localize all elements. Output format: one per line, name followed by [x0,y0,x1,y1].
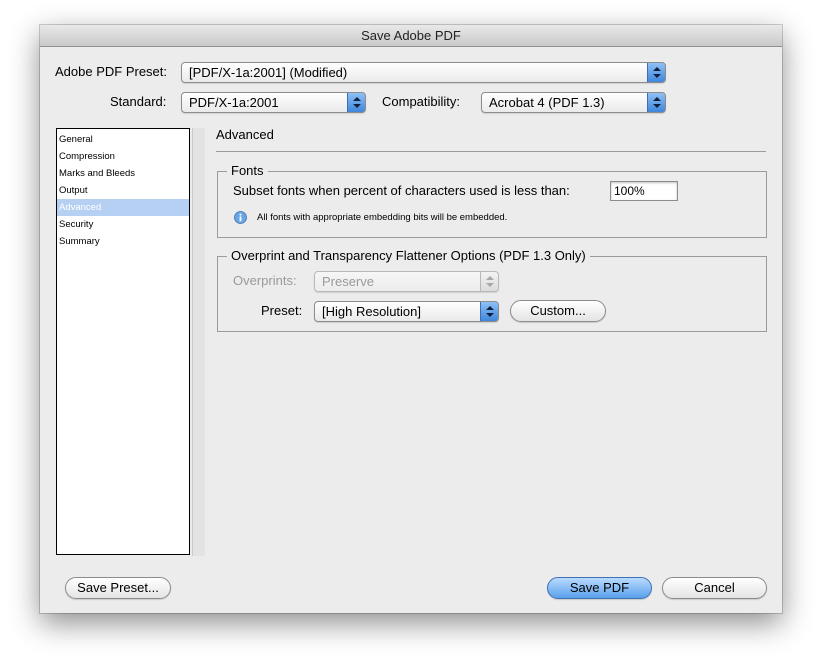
sidebar-item-advanced[interactable]: Advanced [57,199,189,216]
sidebar-list: General Compression Marks and Bleeds Out… [56,128,190,555]
sidebar-item-security[interactable]: Security [57,216,189,233]
save-preset-button[interactable]: Save Preset... [65,577,171,599]
popup-arrows-icon [480,272,498,291]
sidebar-item-summary[interactable]: Summary [57,233,189,250]
fonts-group-title: Fonts [227,163,268,178]
sidebar-divider[interactable] [192,128,205,556]
popup-arrows-icon [647,93,665,112]
standard-popup[interactable]: PDF/X-1a:2001 [181,92,366,113]
info-icon [234,211,247,224]
sidebar-item-output[interactable]: Output [57,182,189,199]
save-pdf-button[interactable]: Save PDF [547,577,652,599]
flattener-preset-label: Preset: [261,303,303,318]
custom-button[interactable]: Custom... [510,300,606,322]
sidebar-item-general[interactable]: General [57,131,189,148]
standard-value: PDF/X-1a:2001 [189,95,279,110]
overprint-group-title: Overprint and Transparency Flattener Opt… [227,248,590,263]
overprints-label: Overprints: [233,273,297,288]
preset-label: Adobe PDF Preset: [55,64,167,79]
flattener-preset-value: [High Resolution] [322,304,421,319]
cancel-button[interactable]: Cancel [662,577,767,599]
preset-value: [PDF/X-1a:2001] (Modified) [189,65,348,80]
preset-popup[interactable]: [PDF/X-1a:2001] (Modified) [181,62,666,83]
overprints-popup[interactable]: Preserve [314,271,499,292]
subset-fonts-label: Subset fonts when percent of characters … [233,183,570,198]
panel-title: Advanced [216,127,274,142]
save-pdf-dialog: Save Adobe PDF Adobe PDF Preset: [PDF/X-… [40,25,782,613]
window-title: Save Adobe PDF [40,25,782,47]
popup-arrows-icon [347,93,365,112]
overprints-value: Preserve [322,274,375,289]
embedding-note: All fonts with appropriate embedding bit… [257,212,508,223]
compatibility-label: Compatibility: [382,94,461,109]
panel-divider [216,151,766,152]
sidebar-item-compression[interactable]: Compression [57,148,189,165]
compatibility-popup[interactable]: Acrobat 4 (PDF 1.3) [481,92,666,113]
sidebar-item-marks-and-bleeds[interactable]: Marks and Bleeds [57,165,189,182]
flattener-preset-popup[interactable]: [High Resolution] [314,301,499,322]
standard-label: Standard: [110,94,167,109]
subset-fonts-input[interactable]: 100% [610,181,678,201]
popup-arrows-icon [647,63,665,82]
compatibility-value: Acrobat 4 (PDF 1.3) [489,95,605,110]
fonts-group [217,171,767,238]
popup-arrows-icon [480,302,498,321]
